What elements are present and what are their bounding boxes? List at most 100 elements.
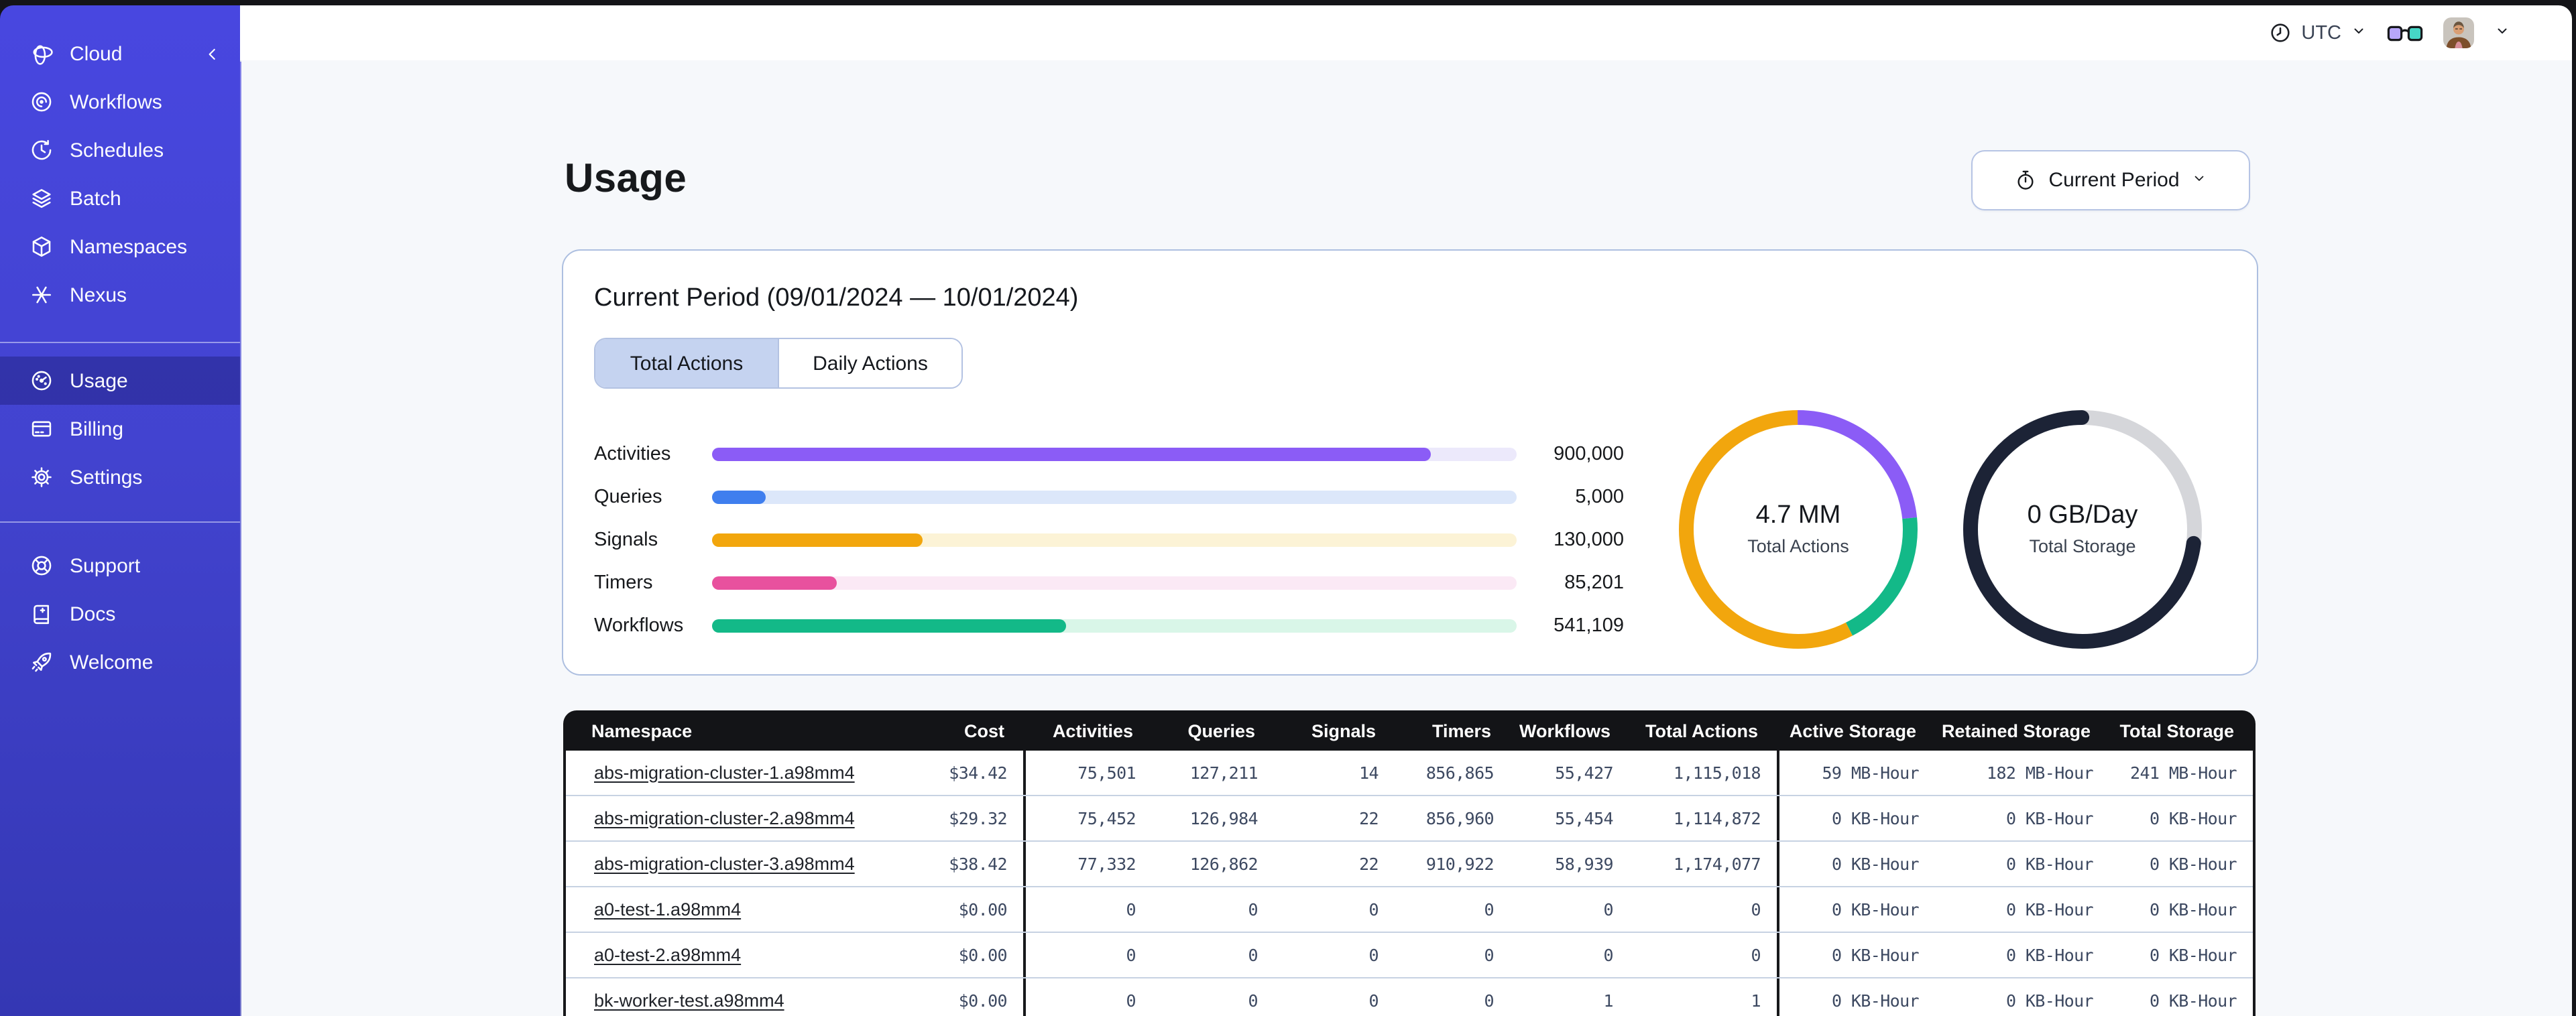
bar-label: Queries xyxy=(594,487,662,508)
table-row: a0-test-2.a98mm4 $0.00 0 0 0 0 0 0 0 KB-Hour 0 KB… xyxy=(566,933,2253,978)
feedback-button[interactable] xyxy=(2387,22,2423,44)
chevron-down-icon xyxy=(2192,168,2208,192)
page-title: Usage xyxy=(565,157,687,201)
timezone-dropdown[interactable]: UTC xyxy=(2269,21,2367,45)
cell-queries: 127,211 xyxy=(1189,763,1258,783)
cell-workflows: 0 xyxy=(1603,945,1614,965)
tab-total-actions[interactable]: Total Actions xyxy=(595,339,778,387)
sidebar-item-namespaces[interactable]: Namespaces xyxy=(0,223,240,271)
window-edge xyxy=(2572,0,2576,1016)
cell-signals: 0 xyxy=(1368,991,1379,1011)
namespace-link[interactable]: abs-migration-cluster-3.a98mm4 xyxy=(594,853,855,873)
cell-signals: 22 xyxy=(1359,808,1379,828)
current-period-card: Current Period (09/01/2024 — 10/01/2024)… xyxy=(562,249,2258,676)
sidebar-item-support[interactable]: Support xyxy=(0,542,240,590)
avatar-portrait xyxy=(2443,17,2474,48)
namespace-link[interactable]: abs-migration-cluster-1.a98mm4 xyxy=(594,762,855,782)
clock-icon xyxy=(2271,23,2290,42)
cell-queries: 126,984 xyxy=(1189,808,1258,828)
bar-row-workflows: Workflows 541,109 xyxy=(594,605,1624,647)
chevron-down-icon xyxy=(2351,21,2367,45)
schedules-icon xyxy=(30,138,54,162)
sidebar-item-label: Cloud xyxy=(70,42,123,65)
cell-activities: 77,332 xyxy=(1077,854,1136,874)
cell-namespace: bk-worker-test.a98mm4 xyxy=(566,989,888,1013)
usage-icon xyxy=(30,369,54,393)
cell-cost: $29.32 xyxy=(949,808,1007,828)
namespace-link[interactable]: bk-worker-test.a98mm4 xyxy=(594,990,784,1010)
cell-total-storage: 0 KB-Hour xyxy=(2149,991,2237,1011)
cell-workflows: 55,454 xyxy=(1555,808,1613,828)
cell-total-actions: 0 xyxy=(1751,945,1761,965)
sidebar-item-nexus[interactable]: Nexus xyxy=(0,271,240,319)
sidebar-item-workflows[interactable]: Workflows xyxy=(0,78,240,126)
column-header-timers: Timers xyxy=(1431,720,1491,741)
cell-retained-storage: 0 KB-Hour xyxy=(2005,808,2094,828)
bar-fill xyxy=(712,576,837,590)
sidebar-item-settings[interactable]: Settings xyxy=(0,453,240,501)
table-header-row: Namespace Cost Activities Queries Signals Tim… xyxy=(563,710,2256,751)
cell-retained-storage: 0 KB-Hour xyxy=(2005,854,2094,874)
bar-value: 541,109 xyxy=(1554,615,1624,637)
cell-timers: 0 xyxy=(1484,899,1495,919)
period-selector-button[interactable]: Current Period xyxy=(1971,150,2250,210)
cell-workflows: 58,939 xyxy=(1555,854,1613,874)
sidebar-item-docs[interactable]: Docs xyxy=(0,590,240,638)
cell-workflows: 1 xyxy=(1603,991,1614,1011)
sidebar-collapse-button[interactable] xyxy=(204,29,221,78)
table-row: bk-worker-test.a98mm4 $0.00 0 0 0 0 1 1 0 KB-Hou… xyxy=(566,978,2253,1016)
sidebar-item-label: Namespaces xyxy=(70,235,188,258)
donut-center-label: Total Storage xyxy=(2029,536,2135,556)
sidebar-item-usage[interactable]: Usage xyxy=(0,357,240,405)
table-row: abs-migration-cluster-2.a98mm4 $29.32 75,4… xyxy=(566,796,2253,842)
bar-track xyxy=(712,576,1517,590)
cell-active-storage: 0 KB-Hour xyxy=(1831,808,1920,828)
avatar[interactable] xyxy=(2443,17,2474,48)
donut-center-label: Total Actions xyxy=(1747,536,1849,556)
cell-active-storage: 0 KB-Hour xyxy=(1831,899,1920,919)
sidebar-item-billing[interactable]: Billing xyxy=(0,405,240,453)
cell-queries: 126,862 xyxy=(1189,854,1258,874)
tab-daily-actions[interactable]: Daily Actions xyxy=(778,339,961,387)
sidebar-item-schedules[interactable]: Schedules xyxy=(0,126,240,174)
donut-center-value: 4.7 MM xyxy=(1756,501,1841,529)
namespace-link[interactable]: a0-test-2.a98mm4 xyxy=(594,944,741,964)
sidebar-divider xyxy=(0,342,240,343)
cell-queries: 0 xyxy=(1248,991,1258,1011)
table-row: abs-migration-cluster-1.a98mm4 $34.42 75,5… xyxy=(566,751,2253,796)
sidebar-item-label: Workflows xyxy=(70,90,162,113)
cell-active-storage: 59 MB-Hour xyxy=(1822,763,1919,783)
cell-total-storage: 0 KB-Hour xyxy=(2149,808,2237,828)
cell-active-storage: 0 KB-Hour xyxy=(1831,991,1920,1011)
table-row: a0-test-1.a98mm4 $0.00 0 0 0 0 0 0 0 KB-Hour 0 KB… xyxy=(566,887,2253,933)
cell-queries: 0 xyxy=(1248,945,1258,965)
donut-center-value: 0 GB/Day xyxy=(2028,501,2138,529)
namespace-link[interactable]: a0-test-1.a98mm4 xyxy=(594,899,741,919)
bar-fill xyxy=(712,491,766,504)
support-icon xyxy=(30,554,54,578)
bar-label: Activities xyxy=(594,444,671,465)
namespace-link[interactable]: abs-migration-cluster-2.a98mm4 xyxy=(594,808,855,828)
bar-row-queries: Queries 5,000 xyxy=(594,476,1624,519)
sidebar-item-cloud[interactable]: Cloud xyxy=(0,29,240,78)
billing-icon xyxy=(30,417,54,441)
account-menu-chevron[interactable] xyxy=(2494,21,2510,45)
bar-value: 130,000 xyxy=(1554,529,1624,551)
cell-activities: 75,501 xyxy=(1077,763,1136,783)
cell-timers: 0 xyxy=(1484,991,1495,1011)
glasses-icon xyxy=(2387,25,2423,41)
bar-value: 5,000 xyxy=(1575,487,1624,508)
column-header-active-storage: Active Storage xyxy=(1789,720,1916,741)
cell-namespace: abs-migration-cluster-2.a98mm4 xyxy=(566,806,888,830)
bar-fill xyxy=(712,533,923,547)
bar-track xyxy=(712,619,1517,633)
workflows-icon xyxy=(30,90,54,114)
column-header-cost: Cost xyxy=(964,720,1004,741)
cell-active-storage: 0 KB-Hour xyxy=(1831,854,1920,874)
donut-charts: 4.7 MM Total Actions 0 GB/Day Total Storage xyxy=(1679,410,2202,649)
cell-signals: 14 xyxy=(1359,763,1379,783)
cell-signals: 0 xyxy=(1368,899,1379,919)
table-row: abs-migration-cluster-3.a98mm4 $38.42 77,3… xyxy=(566,842,2253,887)
sidebar-item-welcome[interactable]: Welcome xyxy=(0,638,240,686)
sidebar-item-batch[interactable]: Batch xyxy=(0,174,240,223)
